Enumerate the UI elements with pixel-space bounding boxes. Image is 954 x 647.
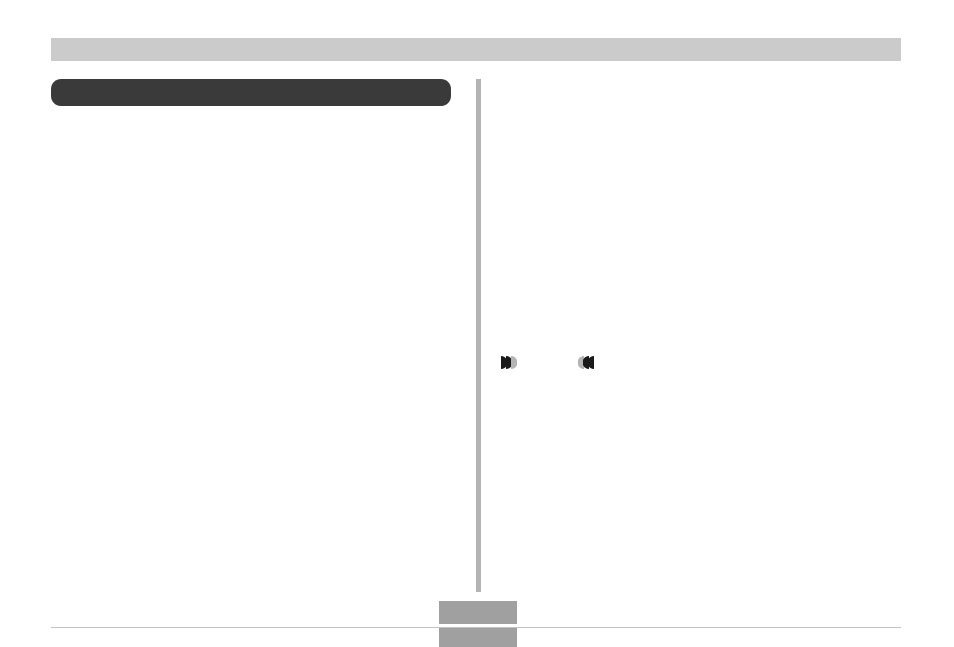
footer-block-top[interactable] — [439, 601, 517, 624]
right-panel — [501, 79, 901, 592]
panel-divider[interactable] — [476, 79, 481, 592]
back-icon[interactable] — [588, 356, 594, 369]
left-panel-header — [51, 79, 451, 106]
footer-block-bottom[interactable] — [439, 628, 517, 647]
media-controls — [501, 354, 601, 370]
forward-icon-trail — [511, 356, 517, 369]
content-area — [51, 79, 901, 592]
top-bar — [51, 38, 901, 61]
left-panel — [51, 79, 451, 592]
